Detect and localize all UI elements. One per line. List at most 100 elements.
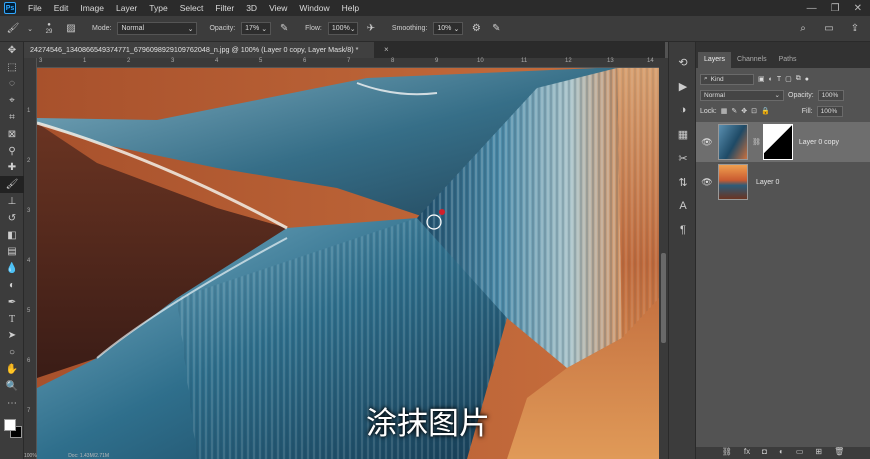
zoom-tool-icon[interactable]: 🔍 [0,378,24,395]
scrollbar-thumb[interactable] [661,253,666,343]
gear-icon[interactable]: ⚙ [469,22,483,36]
quick-select-tool-icon[interactable]: ⌖ [0,92,24,109]
eraser-tool-icon[interactable]: ◧ [0,227,24,244]
mode-select[interactable]: Normal ⌄ [117,22,198,35]
layers-panel-footer: ⛓ fx ◘ ◐ ▭ ⊞ 🗑 [696,447,870,459]
history-brush-tool-icon[interactable]: ↺ [0,210,24,227]
layer-row[interactable]: 👁 ⛓ Layer 0 copy [696,122,870,162]
filter-shape-icon[interactable]: ▢ [785,75,792,83]
adjustment-icon[interactable]: ◐ [779,447,784,459]
menu-select[interactable]: Select [174,3,210,13]
pen-tool-icon[interactable]: ✒ [0,294,24,311]
blend-mode-select[interactable]: Normal ⌄ [700,89,784,101]
shape-tool-icon[interactable]: ○ [0,344,24,361]
search-icon[interactable]: ⌕ [796,22,810,36]
marquee-tool-icon[interactable]: ⬚ [0,59,24,76]
link-icon[interactable]: ⛓ [722,447,732,459]
healing-brush-tool-icon[interactable]: ✚ [0,160,24,177]
menu-image[interactable]: Image [74,3,110,13]
tab-channels[interactable]: Channels [731,52,773,68]
workspace-icon[interactable]: ▭ [822,22,836,36]
brushes-panel-icon[interactable]: ✂ [669,146,697,170]
menu-window[interactable]: Window [293,3,335,13]
layer-filter-select[interactable]: ⌕ Kind [700,73,754,85]
brush-preset-picker[interactable]: ● 29 [40,22,58,36]
menu-help[interactable]: Help [336,3,365,13]
new-layer-icon[interactable]: ⊞ [815,447,822,459]
opacity-field[interactable]: 17% ⌄ [241,22,272,35]
lock-all-icon[interactable]: 🔒 [761,107,770,115]
pressure-size-icon[interactable]: ✎ [489,22,503,36]
clone-stamp-tool-icon[interactable]: ⊥ [0,193,24,210]
mask-icon[interactable]: ◘ [762,447,767,459]
eyedropper-tool-icon[interactable]: ⚲ [0,143,24,160]
layer-opacity-field[interactable]: 100% [817,89,844,101]
maximize-icon[interactable]: ❐ [831,3,840,14]
frame-tool-icon[interactable]: ⊠ [0,126,24,143]
filter-pixel-icon[interactable]: ▣ [758,75,765,83]
vertical-scrollbar[interactable] [659,58,668,459]
pressure-opacity-icon[interactable]: ✎ [277,22,291,36]
character-panel-icon[interactable]: A [669,194,697,218]
lock-transparent-icon[interactable]: ▦ [721,107,728,115]
history-panel-icon[interactable]: ⟲ [669,50,697,74]
chevron-down-icon[interactable]: ⌄ [26,22,34,36]
minimize-icon[interactable]: — [807,3,817,14]
filter-type-icon[interactable]: T [777,76,781,83]
eye-icon[interactable]: 👁 [696,137,718,148]
link-icon[interactable]: ⛓ [752,138,761,146]
styles-panel-icon[interactable]: ▦ [669,122,697,146]
paragraph-panel-icon[interactable]: ¶ [669,218,697,242]
close-icon[interactable]: ✕ [854,3,862,14]
lock-image-icon[interactable]: ✎ [731,107,737,115]
fx-icon[interactable]: fx [744,447,750,459]
actions-panel-icon[interactable]: ▶ [669,74,697,98]
adjustments-panel-icon[interactable]: ◑ [669,98,697,122]
fill-field[interactable]: 100% [816,105,843,117]
dodge-tool-icon[interactable]: ◐ [0,277,24,294]
hand-tool-icon[interactable]: ✋ [0,361,24,378]
tab-paths[interactable]: Paths [773,52,803,68]
move-tool-icon[interactable]: ✥ [0,42,24,59]
airbrush-icon[interactable]: ✈ [364,22,378,36]
filter-toggle-icon[interactable]: ● [805,76,809,83]
lasso-tool-icon[interactable]: ◌ [0,76,24,93]
properties-panel-icon[interactable]: ⇅ [669,170,697,194]
lock-artboard-icon[interactable]: ⊡ [751,107,757,115]
close-icon[interactable]: × [384,45,389,54]
layer-mask-thumbnail[interactable] [762,124,793,160]
crop-tool-icon[interactable]: ⌗ [0,109,24,126]
type-tool-icon[interactable]: T [0,311,24,328]
document-canvas[interactable] [37,68,659,459]
share-icon[interactable]: ⇪ [848,22,862,36]
path-select-tool-icon[interactable]: ➤ [0,328,24,345]
ruler-vertical[interactable]: 1 2 3 4 5 6 7 [24,58,37,459]
eye-icon[interactable]: 👁 [696,177,718,188]
layer-row[interactable]: 👁 Layer 0 [696,162,870,202]
menu-type[interactable]: Type [143,3,173,13]
menu-3d[interactable]: 3D [240,3,263,13]
filter-adjustment-icon[interactable]: ◐ [769,76,773,83]
foreground-color-swatch[interactable] [4,419,16,431]
trash-icon[interactable]: 🗑 [834,447,844,459]
menu-filter[interactable]: Filter [209,3,240,13]
smoothing-field[interactable]: 10% ⌄ [433,22,464,35]
group-icon[interactable]: ▭ [796,447,804,459]
zoom-level[interactable]: 100% [24,453,37,459]
more-tools-icon[interactable]: ⋯ [0,395,24,412]
menu-edit[interactable]: Edit [48,3,75,13]
flow-field[interactable]: 100% ⌄ [327,22,358,35]
brush-tool-icon[interactable]: 🖌 [6,22,20,36]
filter-smart-object-icon[interactable]: ⧉ [796,75,801,83]
brush-panel-icon[interactable]: ▨ [64,22,78,36]
gradient-tool-icon[interactable]: ▤ [0,244,24,261]
ruler-horizontal[interactable]: 3 1 2 3 4 5 6 7 8 9 10 11 12 13 14 [37,58,659,68]
menu-file[interactable]: File [22,3,48,13]
brush-tool-icon[interactable]: 🖌 [0,176,24,194]
tab-layers[interactable]: Layers [698,52,732,68]
menu-layer[interactable]: Layer [110,3,143,13]
lock-position-icon[interactable]: ✥ [741,107,747,115]
blur-tool-icon[interactable]: 💧 [0,260,24,277]
menu-view[interactable]: View [263,3,293,13]
document-tab[interactable]: 24274546_1340866549374771_67960989291097… [24,42,374,58]
